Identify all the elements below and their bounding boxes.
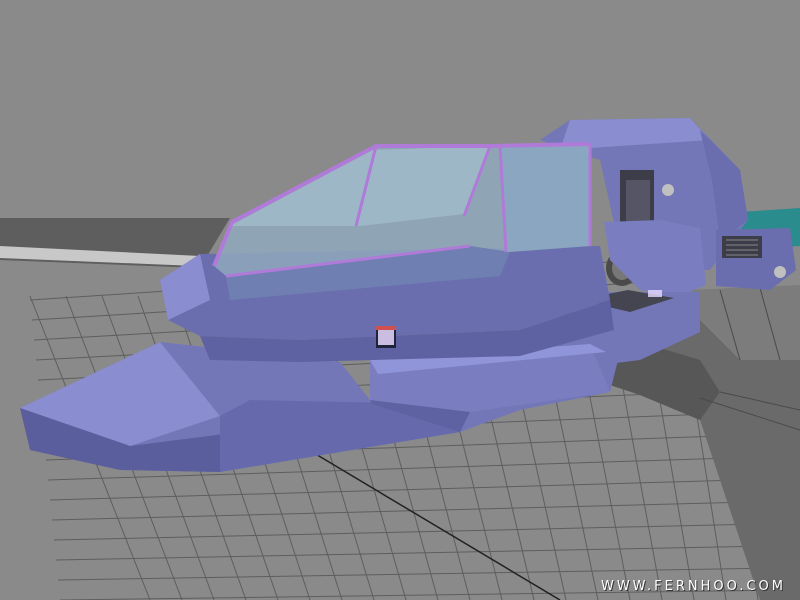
grid-line xyxy=(49,479,741,501)
watermark-text: WWW.FERNHOO.COM xyxy=(600,579,786,594)
side-decal xyxy=(376,326,396,348)
3d-viewport[interactable]: WWW.FERNHOO.COM xyxy=(0,0,800,600)
vent-screen-2 xyxy=(648,290,662,297)
scene-canvas xyxy=(0,118,800,600)
grid-line xyxy=(53,523,761,541)
grid-line xyxy=(55,545,771,561)
main-hull xyxy=(20,342,620,472)
